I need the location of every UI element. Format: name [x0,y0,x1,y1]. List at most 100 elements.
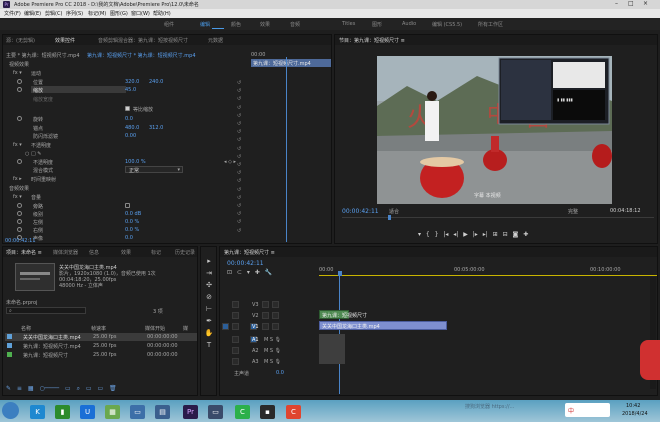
project-thumbnail[interactable] [15,263,55,291]
taskbar-app-green-icon[interactable]: ▮ [55,405,70,419]
reset-icons-column[interactable]: ↺ ↺ ↺ ↺ ↺ ↺ ↺ ↺ ↺ ↺ ↺ ↺ ↺ ↺ ↺ ↺ ↺ ↺ ↺ [237,79,245,239]
level-value[interactable]: 0.0 dB [125,211,141,217]
left-stopwatch-icon[interactable] [17,219,22,224]
sync-icon[interactable] [262,301,269,308]
taskbar-app-game-icon[interactable]: ▦ [105,405,120,419]
left-value[interactable]: 0.0 % [125,219,139,225]
tab-audio-mixer[interactable]: 音频剪辑混合器：第九课：短按视频尺寸 [98,37,188,44]
workspace-graphics[interactable]: 图形 [372,21,382,28]
effect-bottom-timecode[interactable]: 00:00:42:11 [5,238,36,244]
program-video-frame[interactable]: 火 中 国 ▮ ▮▮ ▮▮▮ 字幕 本视频 [377,56,612,204]
col-frame-rate[interactable]: 帧速率 [91,325,106,332]
timeline-timecode[interactable]: 00:00:42:11 [227,260,264,267]
taskbar-app-c-red-icon[interactable]: C [286,405,301,419]
workspace-audio-en[interactable]: Audio [402,21,416,27]
program-quality-select[interactable]: 完整 [568,208,578,215]
tab-info[interactable]: 信息 [89,249,99,256]
workspace-assembly[interactable]: 组件 [164,21,174,28]
uniform-scale-checkbox[interactable] [125,106,130,111]
lock-icon[interactable] [232,323,239,330]
col-name[interactable]: 名称 [21,325,31,332]
tab-markers[interactable]: 标记 [151,249,161,256]
workspace-audio[interactable]: 音频 [290,21,300,28]
clock-date[interactable]: 2018/4/24 [622,411,648,417]
source-patch-v1[interactable] [222,323,229,330]
eye-icon[interactable] [272,323,279,330]
position-y[interactable]: 240.0 [149,79,163,85]
timeline-tool-toggles[interactable]: ⊡ ⊂ ▾ ✚ 🔧 [227,269,297,276]
workspace-all[interactable]: 所有工作区 [478,21,503,28]
label-color-swatch[interactable] [7,343,12,348]
antiflicker-value[interactable]: 0.00 [125,133,136,139]
tab-program[interactable]: 节目：第九课：短视频尺寸 ≡ [339,37,405,44]
lock-icon[interactable] [232,358,239,365]
menu-sequence[interactable]: 序列(S) [66,10,83,17]
lock-icon[interactable] [232,312,239,319]
eye-icon[interactable] [272,312,279,319]
taskbar-app-folder-icon[interactable]: ▤ [155,405,170,419]
master-track-value[interactable]: 0.0 [276,370,284,376]
program-fit-select[interactable]: 适合 [389,208,399,215]
tab-effect-controls[interactable]: 效果控件 [55,37,75,44]
tools-icons[interactable]: ▸ ⇥ ✣ ⊘ ⊢ ✒ ✋ T [204,255,214,365]
start-button[interactable] [2,402,19,419]
menu-window[interactable]: 窗口(W) [131,10,150,17]
side-widget[interactable] [640,340,660,380]
taskbar-app-window-icon[interactable]: ▭ [208,405,223,419]
clock-time[interactable]: 10:42 [626,403,640,409]
minimize-icon[interactable]: – [615,0,618,7]
bypass-checkbox[interactable] [125,203,130,208]
sequence-path[interactable]: 第九课：短视频尺寸 * 第九课：短视频尺寸.mp4 [87,52,196,59]
menu-file[interactable]: 文件(F) [4,10,21,17]
v2-clip[interactable]: 第九课：短视频尺寸 [319,310,367,319]
menu-edit[interactable]: 编辑(E) [24,10,41,17]
taskbar-app-k-icon[interactable]: K [30,405,45,419]
label-color-swatch[interactable] [7,352,12,357]
menu-clip[interactable]: 剪辑(C) [45,10,62,17]
table-row[interactable]: 关关中国龙海口主类.mp4 25.00 fps 00:00:00:00 [5,333,197,341]
ime-bar[interactable]: 中 [565,403,610,417]
pan-value[interactable]: 0.0 [125,235,133,241]
scale-value[interactable]: 45.0 [125,87,136,93]
position-stopwatch-icon[interactable] [17,79,22,84]
close-icon[interactable]: × [643,0,648,7]
rotation-stopwatch-icon[interactable] [17,116,22,121]
tab-project[interactable]: 项目：未命名 ≡ [6,249,42,256]
scale-stopwatch-icon[interactable] [17,87,22,92]
anchor-x[interactable]: 480.0 [125,125,139,131]
taskbar-app-c-green-icon[interactable]: C [235,405,250,419]
position-x[interactable]: 320.0 [125,79,139,85]
taskbar-premiere-icon[interactable]: Pr [183,405,198,419]
taskbar-app-monitor-icon[interactable]: ▭ [130,405,145,419]
lock-icon[interactable] [232,336,239,343]
maximize-icon[interactable]: □ [628,0,634,7]
lock-icon[interactable] [232,347,239,354]
taskbar-app-dark-icon[interactable]: ▪ [260,405,275,419]
opacity-value[interactable]: 100.0 % [125,159,146,165]
menu-marker[interactable]: 标记(M) [88,10,106,17]
sync-icon[interactable] [262,323,269,330]
mask-tools[interactable]: ○ □ ✎ [25,151,41,157]
tab-metadata[interactable]: 元数据 [208,37,223,44]
program-playhead[interactable] [388,215,391,220]
mute-solo[interactable]: M S 🎙 [264,348,281,354]
anchor-y[interactable]: 312.0 [149,125,163,131]
audio-clip-area[interactable] [319,334,345,364]
opacity-stopwatch-icon[interactable] [17,159,22,164]
keyframe-nav[interactable]: ◂ ◇ ▸ [224,159,236,165]
level-stopwatch-icon[interactable] [17,211,22,216]
effect-clip-bar[interactable]: 第九课：短视频尺寸.mp4 [251,59,331,67]
taskbar-app-u-icon[interactable]: U [80,405,95,419]
lock-icon[interactable] [232,301,239,308]
project-search-input[interactable]: ⌕ [6,307,86,314]
label-color-swatch[interactable] [7,334,12,339]
table-row[interactable]: 第九课：短视频尺寸 25.00 fps 00:00:00:00 [5,351,197,359]
mute-solo[interactable]: M S 🎙 [264,359,281,365]
tab-history[interactable]: 历史记录 [175,249,195,256]
workspace-effects[interactable]: 效果 [260,21,270,28]
tab-media-browser[interactable]: 媒体浏览器 [53,249,78,256]
tab-source[interactable]: 源：(无剪辑) [6,37,35,44]
col-media-end[interactable]: 媒 [183,325,188,332]
project-bottom-toolbar[interactable]: ✎ ≡ ▦ ○──── ▭ ⌕ ▭ ▭ 🗑 [6,385,196,393]
right-stopwatch-icon[interactable] [17,227,22,232]
